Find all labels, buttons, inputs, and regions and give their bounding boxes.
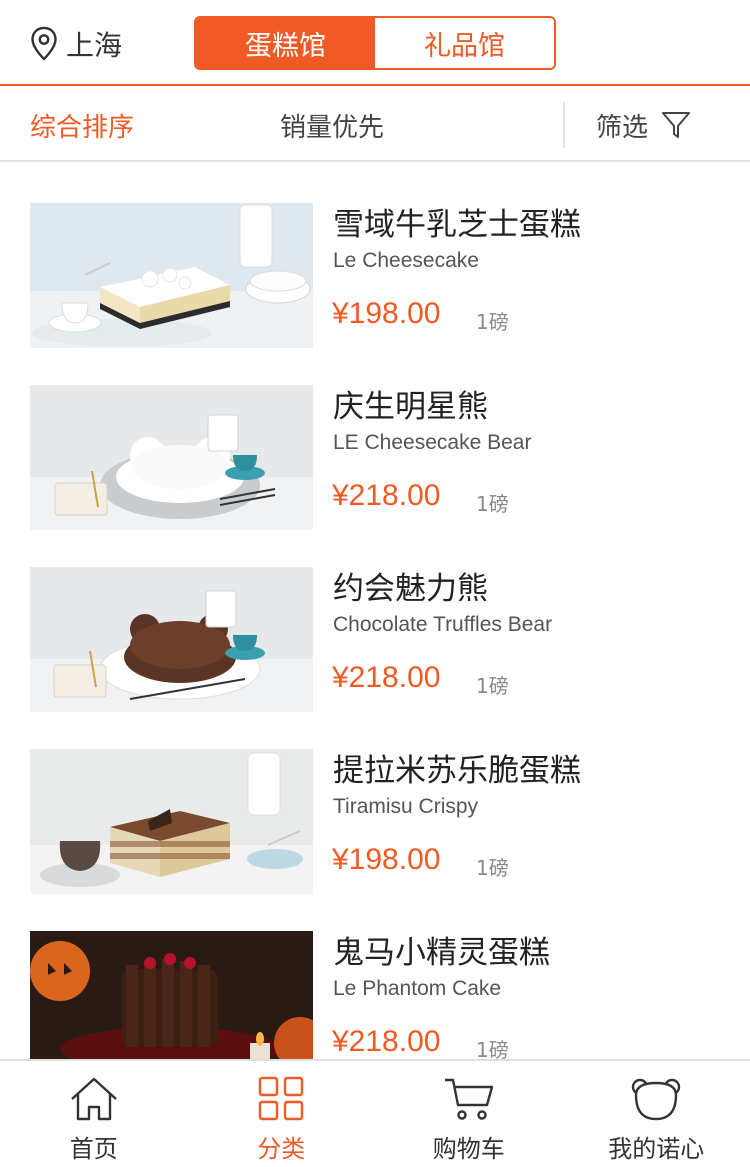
product-weight: 1磅 — [476, 1038, 509, 1059]
product-price: ¥198.00 — [332, 297, 441, 330]
grid-icon — [259, 1076, 304, 1121]
sort-divider — [563, 102, 565, 148]
tab-home-label: 首页 — [69, 1135, 118, 1163]
product-price: ¥198.00 — [332, 843, 441, 876]
product-weight: 1磅 — [476, 856, 509, 880]
tab-mine-label: 我的诺心 — [608, 1135, 705, 1163]
segment-cake-store[interactable]: 蛋糕馆 — [196, 18, 375, 68]
product-image — [30, 749, 313, 894]
product-item[interactable]: 约会魅力熊 Chocolate Truffles Bear ¥218.00 1磅 — [0, 567, 750, 749]
product-name: 约会魅力熊 — [333, 571, 488, 607]
product-item[interactable]: 鬼马小精灵蛋糕 Le Phantom Cake ¥218.00 1磅 — [0, 931, 750, 1059]
product-weight: 1磅 — [476, 674, 509, 698]
product-price: ¥218.00 — [332, 661, 441, 694]
product-price: ¥218.00 — [332, 479, 441, 512]
bear-icon — [632, 1078, 681, 1121]
sort-default[interactable]: 综合排序 — [30, 88, 134, 162]
cheesecake-photo — [30, 203, 313, 348]
product-english-name: Le Cheesecake — [333, 249, 479, 272]
tab-cart[interactable]: 购物车 — [375, 1061, 563, 1167]
bottom-tab-bar: 首页 分类 购物车 我的诺心 — [0, 1059, 750, 1167]
location-selector[interactable]: 上海 — [30, 22, 122, 66]
tab-category-label: 分类 — [257, 1135, 306, 1163]
chocolate-bear-photo — [30, 567, 313, 712]
product-item[interactable]: 雪域牛乳芝士蛋糕 Le Cheesecake ¥198.00 1磅 — [0, 203, 750, 385]
filter-label: 筛选 — [596, 112, 649, 143]
product-image — [30, 385, 313, 530]
tiramisu-photo — [30, 749, 313, 894]
filter-button[interactable]: 筛选 — [596, 88, 692, 162]
location-label: 上海 — [66, 29, 123, 62]
cart-icon — [444, 1078, 493, 1120]
location-pin-icon — [31, 26, 57, 61]
product-weight: 1磅 — [476, 310, 509, 334]
product-name: 提拉米苏乐脆蛋糕 — [333, 753, 581, 789]
product-english-name: Tiramisu Crispy — [333, 795, 479, 818]
tab-category[interactable]: 分类 — [188, 1061, 376, 1167]
sort-bar: 综合排序 销量优先 筛选 — [0, 88, 750, 162]
app-root: 上海 蛋糕馆 礼品馆 综合排序 销量优先 筛选 雪域牛乳芝士蛋糕 Le Chee… — [0, 0, 750, 1167]
top-bar: 上海 蛋糕馆 礼品馆 — [0, 0, 750, 86]
product-item[interactable]: 庆生明星熊 LE Cheesecake Bear ¥218.00 1磅 — [0, 385, 750, 567]
product-price: ¥218.00 — [332, 1025, 441, 1058]
product-english-name: Le Phantom Cake — [333, 977, 502, 1000]
product-name: 庆生明星熊 — [333, 389, 488, 425]
product-weight: 1磅 — [476, 492, 509, 516]
cheesecake-bear-photo — [30, 385, 313, 530]
segment-gift-store[interactable]: 礼品馆 — [375, 18, 554, 68]
tab-mine[interactable]: 我的诺心 — [563, 1061, 750, 1167]
home-icon — [70, 1077, 117, 1121]
product-image — [30, 203, 313, 348]
sort-by-sales[interactable]: 销量优先 — [280, 88, 384, 162]
product-image — [30, 567, 313, 712]
store-switch: 蛋糕馆 礼品馆 — [194, 16, 556, 70]
tab-cart-label: 购物车 — [432, 1135, 505, 1163]
product-image — [30, 931, 313, 1059]
filter-funnel-icon — [662, 112, 691, 138]
phantom-cake-photo — [30, 931, 313, 1059]
product-english-name: LE Cheesecake Bear — [333, 431, 532, 454]
product-english-name: Chocolate Truffles Bear — [333, 613, 553, 636]
product-item[interactable]: 提拉米苏乐脆蛋糕 Tiramisu Crispy ¥198.00 1磅 — [0, 749, 750, 931]
product-name: 鬼马小精灵蛋糕 — [333, 935, 550, 971]
product-name: 雪域牛乳芝士蛋糕 — [333, 207, 581, 243]
tab-home[interactable]: 首页 — [0, 1061, 188, 1167]
product-list: 雪域牛乳芝士蛋糕 Le Cheesecake ¥198.00 1磅 庆生明星熊 … — [0, 164, 750, 1059]
